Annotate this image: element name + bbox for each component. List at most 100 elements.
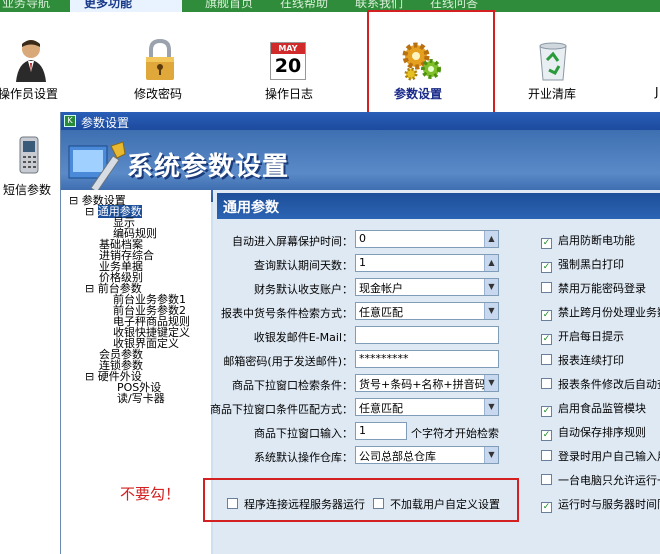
highlight-parameter-settings [367, 10, 495, 116]
tab-flagship-home[interactable]: 旗舰首页 [205, 0, 253, 11]
checkbox-label: 启用食品监管模块 [558, 402, 646, 415]
highlight-bottom-options [203, 478, 519, 522]
checkbox-sync-server-time[interactable]: ✓ 运行时与服务器时间同 [541, 496, 660, 513]
label-finance-account: 财务默认收支账户： [254, 283, 353, 296]
checkbox-continuous-print[interactable]: 报表连续打印 [541, 352, 624, 368]
checkbox-box: ✓ [541, 430, 552, 441]
label-query-days: 查询默认期间天数： [254, 259, 353, 272]
calendar-month: MAY [271, 43, 305, 54]
checkbox-login-input-user[interactable]: 登录时用户自己输入用 [541, 448, 660, 464]
checkbox-label: 禁用万能密码登录 [558, 282, 646, 295]
label-email-password: 邮箱密码(用于发送邮件)： [223, 355, 353, 368]
checkbox-label: 一台电脑只允许运行一 [558, 474, 660, 487]
dropdown-search-value: 货号+条码+名称+拼音码 [359, 378, 486, 391]
checkbox-disable-master-pwd[interactable]: 禁用万能密码登录 [541, 280, 646, 296]
toolbar-item-open-clear-stock-label: 开业清库 [528, 87, 577, 101]
checkbox-label: 运行时与服务器时间同 [558, 498, 660, 511]
phone-icon [19, 136, 39, 174]
dialog-title: 参数设置 [81, 116, 130, 130]
dropdown-input-count-value: 1 [359, 424, 366, 437]
default-warehouse-select[interactable]: 公司总部总仓库 ▼ [355, 446, 499, 464]
checkbox-box: ✓ [541, 334, 552, 345]
dropdown-input-suffix: 个字符才开始检索 [411, 427, 499, 440]
checkbox-box: ✓ [541, 262, 552, 273]
report-match-value: 任意匹配 [359, 306, 403, 319]
toolbar-item-open-clear-stock[interactable]: 开业清库 [518, 38, 588, 103]
tree-item-18[interactable]: 读/写卡器 [117, 390, 165, 406]
toolbar-item-sms-params[interactable]: 短信参数 [0, 136, 58, 198]
panel-header: 通用参数 [217, 193, 660, 219]
checkbox-bw-print[interactable]: ✓ 强制黑白打印 [541, 256, 624, 273]
spin-arrows-icon[interactable]: ▲ [484, 255, 498, 271]
label-dropdown-search: 商品下拉窗口检索条件： [232, 379, 353, 392]
checkbox-auto-query[interactable]: 报表条件修改后自动查 [541, 376, 660, 392]
finance-account-value: 现金帐户 [359, 282, 403, 295]
checkbox-box: ✓ [541, 310, 552, 321]
email-password-input[interactable]: ********* [355, 350, 499, 368]
checkbox-label: 禁止跨月份处理业务数 [558, 306, 660, 319]
checkbox-box [541, 354, 552, 365]
toolbar-overflow-fragment: J [655, 85, 659, 99]
chevron-down-icon[interactable]: ▼ [484, 399, 498, 415]
checkbox-auto-save-sort[interactable]: ✓ 自动保存排序规则 [541, 424, 646, 441]
calendar-day: 20 [274, 55, 302, 77]
chevron-down-icon[interactable]: ▼ [484, 303, 498, 319]
top-menu-bar: 业务导航 更多功能 旗舰首页 在线帮助 联系我们 在线问答 [0, 0, 660, 12]
finance-account-select[interactable]: 现金帐户 ▼ [355, 278, 499, 296]
checkbox-label: 强制黑白打印 [558, 258, 624, 271]
checkbox-power-failure[interactable]: ✓ 启用防断电功能 [541, 232, 635, 249]
toolbar-item-operator[interactable]: 操作员设置 [0, 38, 60, 103]
chevron-down-icon[interactable]: ▼ [484, 447, 498, 463]
checkbox-box [541, 474, 552, 485]
query-days-stepper[interactable]: 1 ▲ [355, 254, 499, 272]
app-icon: K [64, 115, 76, 127]
chevron-down-icon[interactable]: ▼ [484, 375, 498, 391]
checkbox-box: ✓ [541, 238, 552, 249]
toolbar-item-sms-params-label: 短信参数 [3, 183, 52, 197]
checkbox-daily-tip[interactable]: ✓ 开启每日提示 [541, 328, 624, 345]
recycle-bin-icon [539, 42, 567, 81]
toolbar-item-operation-log-label: 操作日志 [265, 87, 314, 101]
label-report-match: 报表中货号条件检索方式： [221, 307, 353, 320]
checkbox-box [541, 450, 552, 461]
label-dropdown-match: 商品下拉窗口条件匹配方式： [210, 403, 353, 416]
banner-title: 系统参数设置 [127, 152, 290, 182]
checkbox-label: 启用防断电功能 [558, 234, 635, 247]
dropdown-match-select[interactable]: 任意匹配 ▼ [355, 398, 499, 416]
email-password-value: ********* [359, 352, 409, 365]
padlock-icon [146, 38, 174, 80]
checkbox-label: 报表连续打印 [558, 354, 624, 367]
default-warehouse-value: 公司总部总仓库 [359, 450, 436, 463]
checkbox-label: 登录时用户自己输入用 [558, 450, 660, 463]
label-default-warehouse: 系统默认操作仓库： [254, 451, 353, 464]
spin-arrows-icon[interactable]: ▲ [484, 231, 498, 247]
checkbox-box: ✓ [541, 502, 552, 513]
label-dropdown-input: 商品下拉窗口输入： [254, 427, 353, 440]
checkbox-label: 自动保存排序规则 [558, 426, 646, 439]
toolbar-item-change-password[interactable]: 修改密码 [118, 38, 208, 103]
toolbar-item-operator-label: 操作员设置 [0, 87, 59, 101]
screensaver-time-stepper[interactable]: 0 ▲ [355, 230, 499, 248]
annotation-do-not-check: 不要勾！ [120, 485, 181, 503]
dialog-title-bar[interactable]: K 参数设置 [61, 112, 660, 130]
label-screensaver-time: 自动进入屏幕保护时间： [232, 235, 353, 248]
dropdown-input-count[interactable]: 1 [355, 422, 407, 440]
settings-tools-icon [68, 141, 126, 192]
label-email: 收银发邮件E-Mail： [253, 331, 353, 344]
tab-more-functions[interactable]: 更多功能 [70, 0, 182, 12]
tab-online-help[interactable]: 在线帮助 [280, 0, 328, 11]
email-input[interactable] [355, 326, 499, 344]
checkbox-box [541, 282, 552, 293]
checkbox-box: ✓ [541, 406, 552, 417]
checkbox-label: 开启每日提示 [558, 330, 624, 343]
checkbox-no-cross-month[interactable]: ✓ 禁止跨月份处理业务数 [541, 304, 660, 321]
chevron-down-icon[interactable]: ▼ [484, 279, 498, 295]
toolbar-item-operation-log[interactable]: MAY 20 操作日志 [258, 38, 328, 103]
checkbox-food-supervision[interactable]: ✓ 启用食品监管模块 [541, 400, 646, 417]
checkbox-single-instance[interactable]: 一台电脑只允许运行一 [541, 472, 660, 488]
tab-business-nav[interactable]: 业务导航 [2, 0, 50, 11]
dropdown-match-value: 任意匹配 [359, 402, 403, 415]
report-match-select[interactable]: 任意匹配 ▼ [355, 302, 499, 320]
dropdown-search-select[interactable]: 货号+条码+名称+拼音码 ▼ [355, 374, 499, 392]
checkbox-label: 报表条件修改后自动查 [558, 378, 660, 391]
